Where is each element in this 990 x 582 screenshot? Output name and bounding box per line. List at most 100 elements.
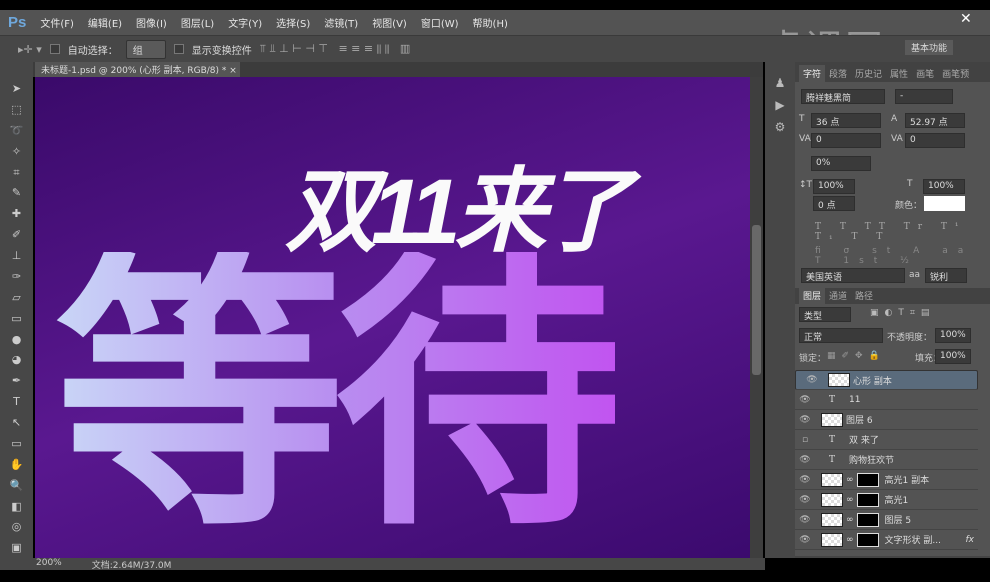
type-tool-icon[interactable]: T: [13, 395, 20, 412]
fx-icon[interactable]: fx: [966, 535, 975, 545]
eraser-icon[interactable]: ▱: [12, 291, 20, 308]
document-tab[interactable]: 未标题-1.psd @ 200% (心形 副本, RGB/8) * ×: [35, 62, 240, 77]
eye-icon[interactable]: 👁: [795, 495, 815, 505]
text-layer-icon: T: [828, 434, 835, 445]
lasso-tool-icon[interactable]: ➰: [10, 124, 24, 141]
menu-image[interactable]: 图像(I): [136, 15, 167, 30]
layer-row[interactable]: 👁 ∞ 高光1: [795, 490, 978, 510]
filter-icons[interactable]: ▣◐T⌗▤: [870, 308, 935, 318]
auto-select-dropdown[interactable]: 组: [125, 39, 166, 59]
tab-paths[interactable]: 路径: [851, 287, 877, 304]
menu-help[interactable]: 帮助(H): [473, 15, 508, 30]
quick-mask-icon[interactable]: ◎: [12, 520, 22, 537]
vertical-scale-field[interactable]: 100%: [813, 179, 855, 194]
move-tool-icon[interactable]: ▸✛ ▾: [18, 43, 42, 56]
lock-icons[interactable]: ▦✐✥🔒: [827, 351, 886, 361]
layer-row[interactable]: 👁 T 11: [795, 390, 978, 410]
menu-edit[interactable]: 编辑(E): [88, 15, 122, 30]
menu-window[interactable]: 窗口(W): [421, 15, 459, 30]
scrollbar-thumb[interactable]: [752, 225, 761, 375]
baseline-field[interactable]: 0 点: [813, 196, 855, 211]
layer-row[interactable]: 👁 ∞ 文字形状 副... fx: [795, 530, 978, 550]
eye-icon[interactable]: 👁: [795, 415, 815, 425]
adjust-icon[interactable]: ⚙: [775, 120, 786, 134]
leading-field[interactable]: 52.97 点: [905, 113, 965, 128]
menu-file[interactable]: 文件(F): [40, 15, 74, 30]
eyedropper-icon[interactable]: ✎: [12, 186, 21, 203]
auto-select-checkbox[interactable]: [49, 44, 60, 54]
font-size-field[interactable]: 36 点: [811, 113, 881, 128]
layer-name: 图层 6: [846, 416, 873, 426]
marquee-tool-icon[interactable]: ⬚: [11, 103, 21, 120]
opentype-buttons[interactable]: ﬁ σ st A aa T 1st ½: [815, 246, 990, 266]
antialias-select[interactable]: 锐利: [925, 268, 967, 283]
screen-mode-icon[interactable]: ▣: [11, 541, 21, 558]
tab-channels[interactable]: 通道: [825, 287, 851, 304]
layer-filter-select[interactable]: 类型: [799, 307, 851, 322]
menu-select[interactable]: 选择(S): [276, 15, 310, 30]
history-brush-icon[interactable]: ✑: [12, 270, 21, 287]
canvas[interactable]: 双11来了 等待: [35, 77, 750, 558]
tab-brush[interactable]: 画笔: [912, 65, 938, 82]
tracking-field[interactable]: 0: [905, 133, 965, 148]
tab-history[interactable]: 历史记: [851, 65, 886, 82]
crop-tool-icon[interactable]: ⌗: [13, 166, 19, 183]
blur-icon[interactable]: ●: [12, 333, 22, 350]
pen-icon[interactable]: ✒: [12, 374, 21, 391]
gradient-icon[interactable]: ▭: [11, 312, 21, 329]
brush-icon[interactable]: ✐: [12, 228, 21, 245]
tab-paragraph[interactable]: 段落: [825, 65, 851, 82]
tab-character[interactable]: 字符: [799, 65, 826, 82]
layer-row[interactable]: 👁 图层 6: [795, 410, 978, 430]
type-style-buttons[interactable]: T T TT Tr T¹ T₁ T T: [815, 222, 990, 242]
blend-mode-select[interactable]: 正常: [799, 328, 883, 343]
tab-brush-presets[interactable]: 画笔预: [938, 65, 973, 82]
kerning-field[interactable]: 0: [811, 133, 881, 148]
show-transform-checkbox[interactable]: [173, 44, 184, 54]
move-tool-icon[interactable]: ➤: [12, 82, 21, 99]
fill-field[interactable]: 100%: [935, 349, 971, 364]
font-style-select[interactable]: -: [895, 89, 953, 104]
language-select[interactable]: 美国英语: [801, 268, 905, 283]
stamp-icon[interactable]: ⊥: [12, 249, 22, 266]
dodge-icon[interactable]: ◕: [12, 353, 22, 370]
opacity-field[interactable]: 100%: [935, 328, 971, 343]
color-swatch-icon[interactable]: ◧: [11, 500, 21, 517]
eye-icon[interactable]: 👁: [802, 375, 822, 385]
hand-icon[interactable]: ✋: [10, 458, 24, 475]
hidden-checkbox[interactable]: ▫: [795, 435, 815, 445]
menu-filter[interactable]: 滤镜(T): [324, 15, 358, 30]
path-select-icon[interactable]: ↖: [12, 416, 21, 433]
workspace-dropdown[interactable]: 基本功能: [905, 40, 954, 55]
layer-row[interactable]: 👁 ∞ 图层 5: [795, 510, 978, 530]
history-icon[interactable]: ♟: [775, 76, 786, 90]
tsume-field[interactable]: 0%: [811, 156, 871, 171]
tab-layers[interactable]: 图层: [799, 287, 826, 304]
zoom-level[interactable]: 200%: [36, 558, 62, 570]
menu-view[interactable]: 视图(V): [372, 15, 407, 30]
layer-row[interactable]: 👁 ∞ 高光1 副本: [795, 470, 978, 490]
eye-icon[interactable]: 👁: [795, 535, 815, 545]
healing-icon[interactable]: ✚: [12, 207, 21, 224]
horizontal-scale-field[interactable]: 100%: [923, 179, 965, 194]
layer-row[interactable]: ▫ T 双 来了: [795, 430, 978, 450]
eye-icon[interactable]: 👁: [795, 455, 815, 465]
layer-row[interactable]: 👁 心形 副本: [795, 370, 978, 390]
tab-properties[interactable]: 属性: [886, 65, 912, 82]
menu-type[interactable]: 文字(Y): [228, 15, 262, 30]
align-icons[interactable]: ⫪ ⫫ ⊥ ⊢ ⊣ ⊤ ≡ ≡ ≡ ⫴ ⫴ ▥: [260, 42, 410, 56]
zoom-icon[interactable]: 🔍: [10, 479, 24, 496]
menu-layer[interactable]: 图层(L): [181, 15, 214, 30]
layer-mask-thumbnail: [856, 532, 879, 547]
shape-icon[interactable]: ▭: [11, 437, 21, 454]
font-family-select[interactable]: 腾祥魅黑简: [801, 89, 885, 104]
close-tab-icon[interactable]: ×: [229, 66, 237, 76]
eye-icon[interactable]: 👁: [795, 515, 815, 525]
actions-icon[interactable]: ▶: [775, 98, 784, 112]
eye-icon[interactable]: 👁: [795, 395, 815, 405]
close-button[interactable]: ✕: [960, 11, 972, 27]
layer-row[interactable]: 👁 T 购物狂欢节: [795, 450, 978, 470]
magic-wand-icon[interactable]: ✧: [12, 145, 21, 162]
color-swatch[interactable]: [924, 196, 965, 211]
eye-icon[interactable]: 👁: [795, 475, 815, 485]
